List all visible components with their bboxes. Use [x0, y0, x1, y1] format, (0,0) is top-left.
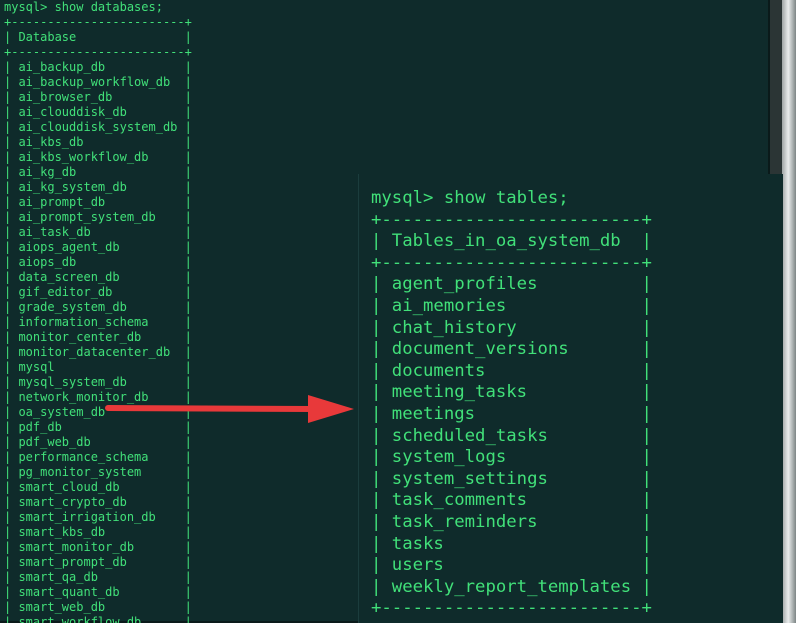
database-row: | smart_monitor_db | — [4, 540, 192, 554]
table-row: | meeting_tasks | — [371, 382, 652, 403]
table-header: | Tables_in_oa_system_db | — [371, 231, 652, 252]
table-border: +-------------------------+ — [371, 598, 652, 619]
database-row: | monitor_datacenter_db | — [4, 345, 192, 359]
table-row: | documents | — [371, 360, 652, 381]
table-row: | task_comments | — [371, 490, 652, 511]
command-prompt: mysql> show databases; — [4, 0, 163, 14]
table-border: +-------------------------+ — [371, 209, 652, 230]
table-border: +------------------------+ — [4, 15, 192, 29]
database-row: | grade_system_db | — [4, 300, 192, 314]
database-row: | ai_kg_system_db | — [4, 180, 192, 194]
table-row: | ai_memories | — [371, 295, 652, 316]
arrow-shaft — [105, 405, 315, 412]
table-row: | system_settings | — [371, 468, 652, 489]
table-row: | tasks | — [371, 533, 652, 554]
table-border: +-------------------------+ — [371, 252, 652, 273]
database-row: | ai_kg_db | — [4, 165, 192, 179]
terminal-callout-tables: mysql> show tables; +--------------------… — [358, 174, 783, 623]
database-row: | performance_schema | — [4, 450, 192, 464]
arrow-head — [308, 395, 354, 423]
database-row: | ai_browser_db | — [4, 90, 192, 104]
database-row: | smart_quant_db | — [4, 585, 192, 599]
database-row: | data_screen_db | — [4, 270, 192, 284]
table-row: | chat_history | — [371, 317, 652, 338]
database-row: | smart_kbs_db | — [4, 525, 192, 539]
table-row: | weekly_report_templates | — [371, 576, 652, 597]
table-header: | Database | — [4, 30, 192, 44]
screenshot-frame: mysql> show databases; +-----------------… — [0, 0, 796, 623]
command-prompt: mysql> show tables; — [371, 188, 569, 208]
table-row: | users | — [371, 555, 652, 576]
table-row: | task_reminders | — [371, 511, 652, 532]
database-row: | monitor_center_db | — [4, 330, 192, 344]
database-row: | ai_clouddisk_db | — [4, 105, 192, 119]
database-row: | smart_irrigation_db | — [4, 510, 192, 524]
table-row: | document_versions | — [371, 339, 652, 360]
window-bevel-edge — [782, 0, 796, 623]
database-row: | smart_prompt_db | — [4, 555, 192, 569]
database-row: | aiops_db | — [4, 255, 192, 269]
database-row: | ai_prompt_system_db | — [4, 210, 192, 224]
database-row: | smart_workflow_db | — [4, 615, 192, 623]
database-row: | ai_prompt_db | — [4, 195, 192, 209]
red-arrow-icon — [105, 395, 354, 423]
table-row: | system_logs | — [371, 447, 652, 468]
database-row: | smart_qa_db | — [4, 570, 192, 584]
database-row: | ai_backup_db | — [4, 60, 192, 74]
database-row: | ai_backup_workflow_db | — [4, 75, 192, 89]
table-row: | meetings | — [371, 403, 652, 424]
table-border: +------------------------+ — [4, 45, 192, 59]
terminal-output-databases: mysql> show databases; +-----------------… — [4, 0, 192, 623]
database-row: | ai_task_db | — [4, 225, 192, 239]
terminal-output-tables: mysql> show tables; +--------------------… — [371, 188, 652, 620]
database-row: | smart_cloud_db | — [4, 480, 192, 494]
database-row: | mysql | — [4, 360, 192, 374]
database-row: | pg_monitor_system | — [4, 465, 192, 479]
database-row: | ai_kbs_db | — [4, 135, 192, 149]
table-row: | agent_profiles | — [371, 274, 652, 295]
database-row: | ai_clouddisk_system_db | — [4, 120, 192, 134]
database-row: | pdf_web_db | — [4, 435, 192, 449]
table-row: | scheduled_tasks | — [371, 425, 652, 446]
database-row: | aiops_agent_db | — [4, 240, 192, 254]
database-row: | information_schema | — [4, 315, 192, 329]
database-row: | ai_kbs_workflow_db | — [4, 150, 192, 164]
database-row: | gif_editor_db | — [4, 285, 192, 299]
database-row: | smart_web_db | — [4, 600, 192, 614]
database-row: | smart_crypto_db | — [4, 495, 192, 509]
